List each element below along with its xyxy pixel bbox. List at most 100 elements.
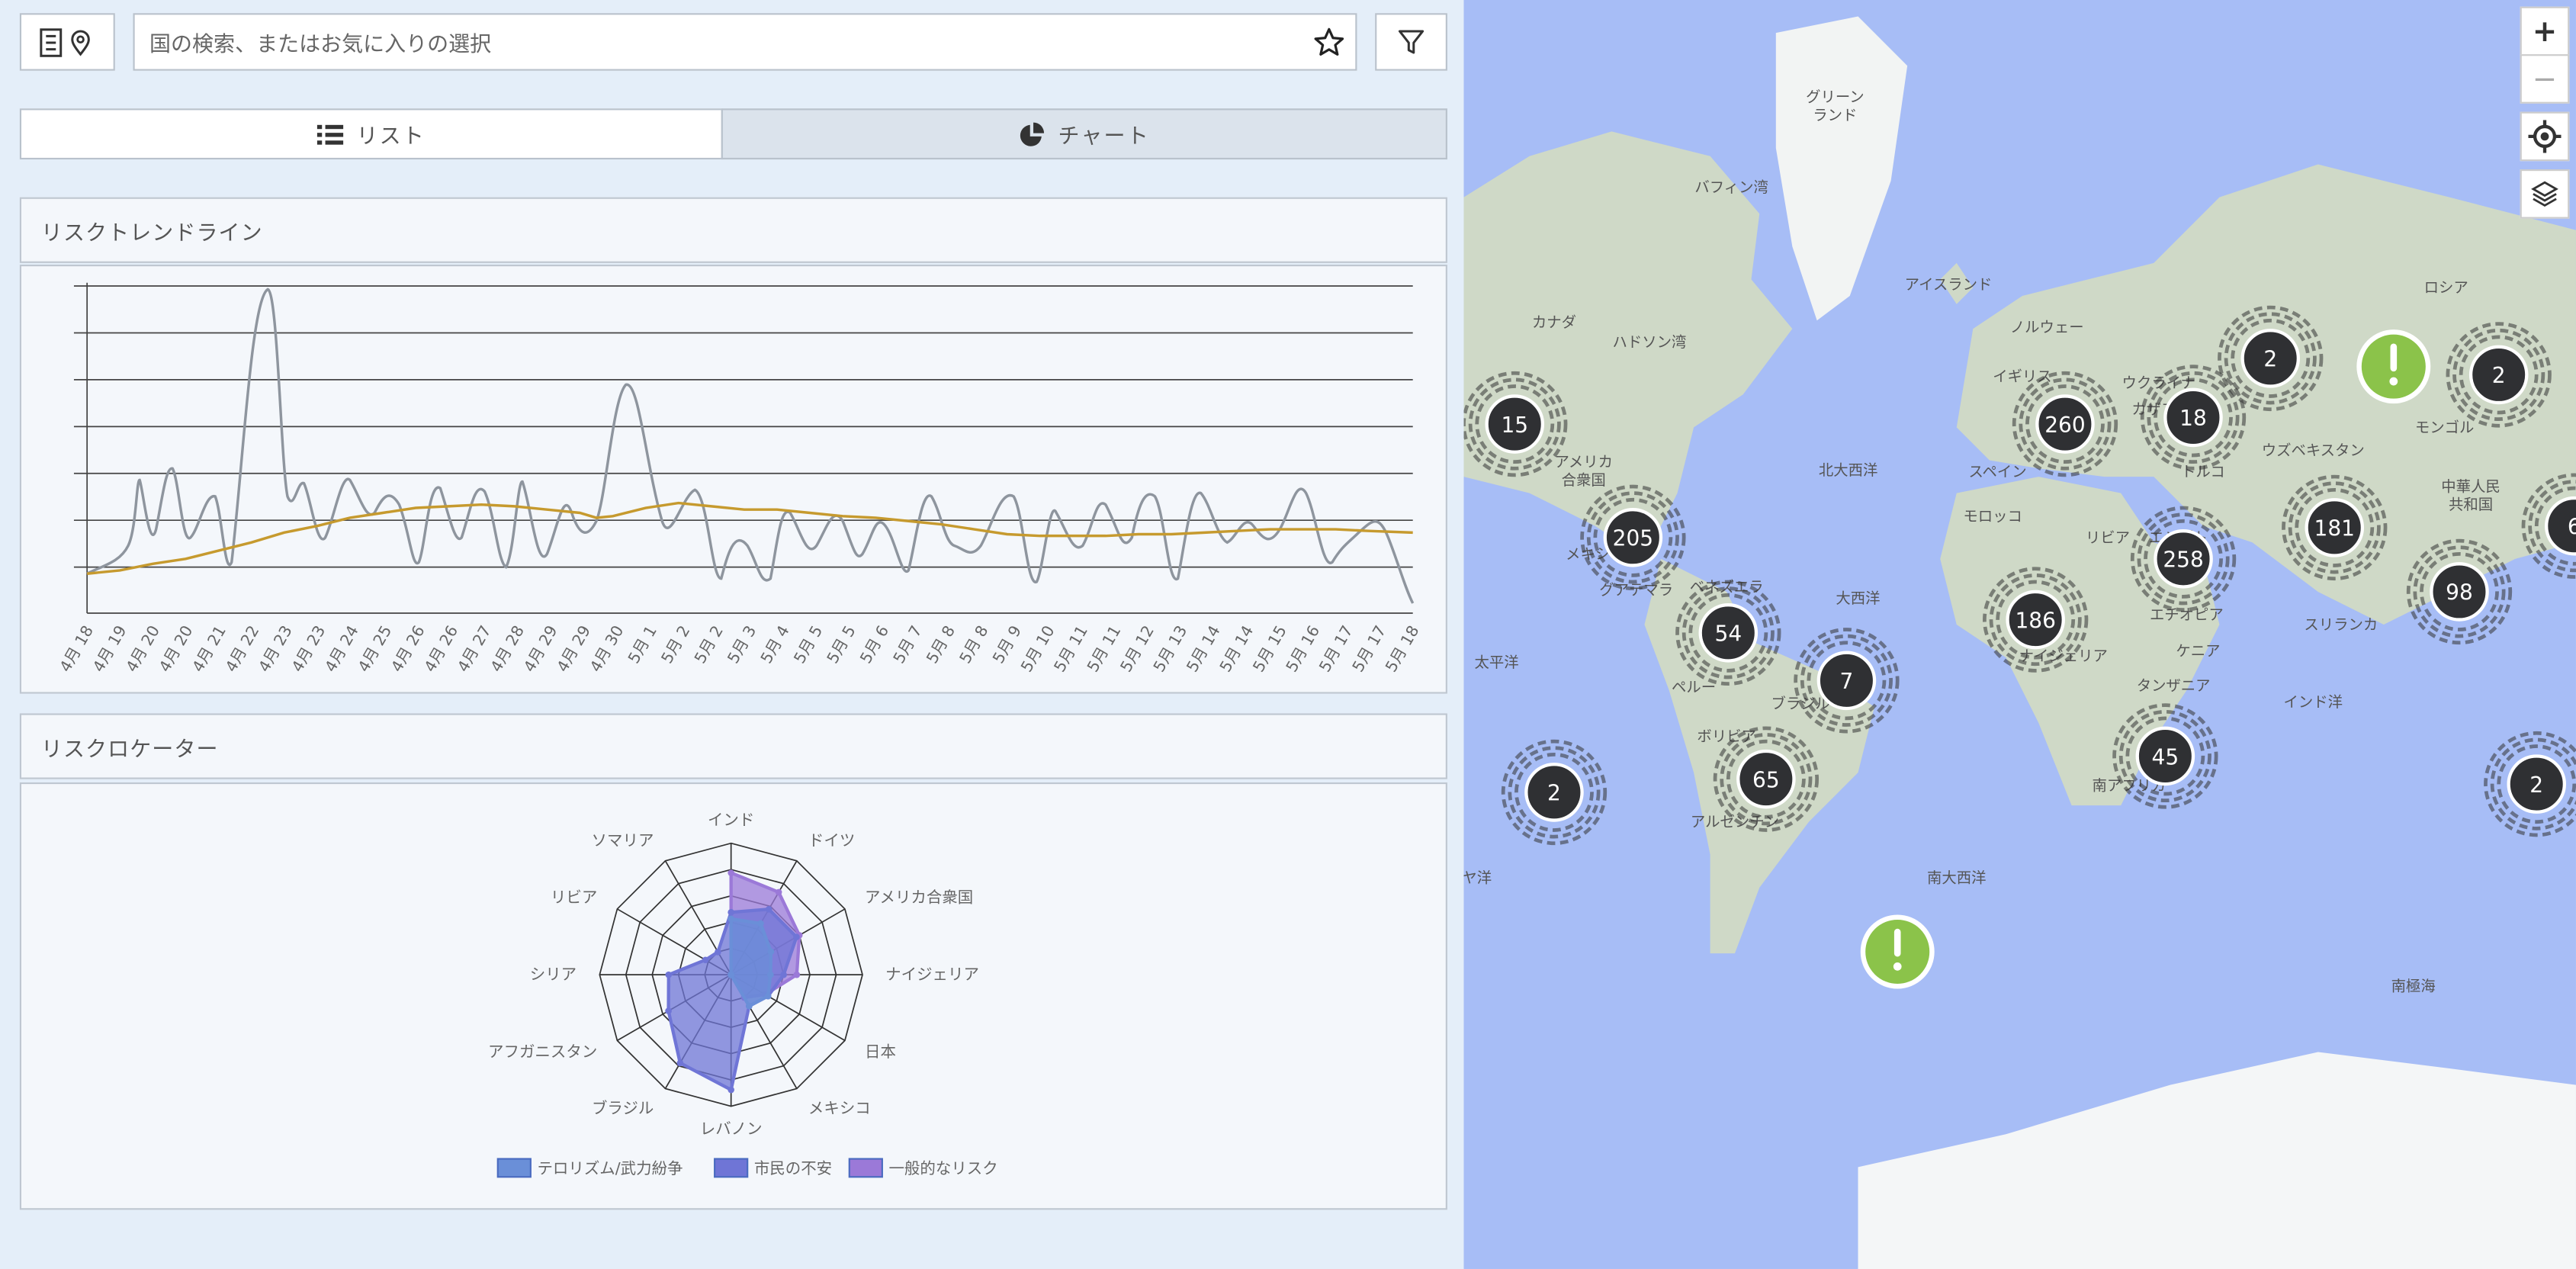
radar-axis-label: ブラジル <box>592 1099 654 1117</box>
cluster-count: 18 <box>2179 406 2207 431</box>
cluster-count: 2 <box>1547 781 1561 806</box>
map-place-label: カナダ <box>1532 313 1576 331</box>
search-input[interactable]: 国の検索、またはお気に入りの選択 <box>133 13 1357 71</box>
map-place-label: スペイン <box>1969 463 2027 480</box>
zoom-in-button[interactable]: + <box>2520 6 2570 56</box>
cluster-count: 2 <box>2263 347 2277 372</box>
radar-point <box>728 915 734 923</box>
cluster-count: 186 <box>2015 608 2055 633</box>
radar-axis-label: シリア <box>530 965 577 984</box>
x-tick-label: 5月 2 <box>691 622 727 667</box>
legend-swatch <box>714 1158 749 1178</box>
radar-point <box>780 971 787 978</box>
radar-point <box>728 971 734 978</box>
radar-axis-label: リビア <box>551 888 597 906</box>
cluster-count: 6 <box>2568 514 2576 539</box>
panel-toggle-button[interactable] <box>19 13 115 71</box>
map-place-label: ウクライナ <box>2122 374 2195 392</box>
radar-axis-label: ドイツ <box>808 831 855 850</box>
locate-button[interactable] <box>2520 111 2570 162</box>
map-place-label: ロシア <box>2424 279 2468 297</box>
world-map[interactable]: グリーン ランド バフィン湾 アイスランド ロシア カナダ ハドソン湾 ノルウェー イギリス ウク… <box>1463 0 2576 1269</box>
map-place-label: ランド <box>1813 106 1857 124</box>
radar-point <box>665 1007 672 1014</box>
radar-chart: インドドイツアメリカ合衆国ナイジェリア日本メキシコレバノン ブラジル アフガニスタン… <box>488 811 998 1178</box>
tab-chart-label: チャート <box>1058 124 1150 150</box>
map-place-label: グアテマラ <box>1599 581 1673 599</box>
risk-cluster-marker[interactable]: 2 <box>1501 739 1608 846</box>
radar-axis-label: アメリカ合衆国 <box>865 888 973 906</box>
map-place-label: 中華人民 <box>2441 477 2500 495</box>
cluster-count: 181 <box>2314 516 2355 541</box>
legend-label[interactable]: テロリズム/武力紛争 <box>537 1159 683 1177</box>
layers-icon <box>2531 181 2558 207</box>
cluster-count: 7 <box>1840 669 1854 694</box>
star-icon[interactable] <box>1312 26 1345 59</box>
map-place-label: 南大西洋 <box>1927 869 1986 886</box>
locator-title: リスクロケーター <box>40 737 219 763</box>
volatile-risk-line <box>86 288 1415 604</box>
trend-card-body: 4月 18 4月 19 4月 20 4月 20 4月 21 4月 22 4月 23 4月 23… <box>19 265 1447 694</box>
layers-button[interactable] <box>2520 169 2570 219</box>
map-place-label: 南極海 <box>2391 978 2436 995</box>
radar-point <box>665 971 673 978</box>
map-place-label: ノルウェー <box>2010 318 2084 336</box>
radar-axis-label: メキシコ <box>808 1099 871 1117</box>
map-place-label: 太平洋 <box>1475 654 1519 671</box>
map-place-label: 大西洋 <box>1836 590 1880 607</box>
legend-label[interactable]: 一般的なリスク <box>888 1159 997 1177</box>
radar-point <box>775 888 782 896</box>
map-place-label: エチオピア <box>2150 606 2224 624</box>
map-place-label: タンザニア <box>2137 676 2211 694</box>
radar-point <box>767 971 774 978</box>
x-tick-label: 5月 5 <box>823 622 859 667</box>
cluster-count: 54 <box>1715 622 1742 647</box>
side-panel: 国の検索、またはお気に入りの選択 リスト チャート リスクトレンドライン 4月 … <box>0 0 1464 1269</box>
trend-chart: 4月 184月 194月 204月 204月 214月 224月 234月 23… <box>56 282 1423 675</box>
x-tick-label: 5月 3 <box>724 622 760 667</box>
map-place-label: 北大西洋 <box>1819 461 1877 479</box>
alert-marker-1[interactable] <box>2356 329 2431 404</box>
x-tick-label: 5月 8 <box>956 622 991 667</box>
map-place-label: ウズベキスタン <box>2262 442 2365 459</box>
map-place-label: ヤ洋 <box>1463 869 1492 886</box>
average-risk-line <box>87 501 1413 575</box>
cluster-count: 98 <box>2446 580 2473 606</box>
x-tick-label: 5月 1 <box>625 622 660 667</box>
radar-axis-label: 日本 <box>865 1043 896 1061</box>
greenland-shape <box>1775 16 1908 321</box>
radar-point <box>757 920 764 927</box>
map-place-label: スリランカ <box>2304 616 2378 634</box>
cluster-count: 2 <box>2529 773 2543 798</box>
radar-point <box>728 869 734 876</box>
radar-point <box>715 948 721 956</box>
alert-marker-2[interactable] <box>1860 914 1935 989</box>
tab-list[interactable]: リスト <box>19 108 723 160</box>
radar-axis-label: ナイジェリア <box>885 965 979 984</box>
x-tick-label: 5月 8 <box>923 622 959 667</box>
list-map-icon <box>40 27 90 56</box>
x-tick-label: 5月 4 <box>757 622 793 667</box>
filter-button[interactable] <box>1375 13 1447 71</box>
cluster-count: 2 <box>2492 363 2506 388</box>
cluster-count: 65 <box>1752 767 1780 792</box>
legend-label[interactable]: 市民の不安 <box>754 1159 832 1177</box>
map-place-label: インド洋 <box>2284 693 2343 711</box>
map-place-label: リビア <box>2086 528 2130 546</box>
zoom-in-label: + <box>2532 14 2558 49</box>
radar-point <box>676 1059 684 1067</box>
radar-point <box>746 1002 753 1010</box>
zoom-out-button[interactable]: − <box>2520 54 2570 104</box>
cluster-count: 260 <box>2044 413 2085 438</box>
cluster-count: 15 <box>1501 413 1528 438</box>
list-icon <box>316 124 344 144</box>
radar-point <box>728 908 734 916</box>
map-place-label: ケニア <box>2176 642 2220 660</box>
map-canvas[interactable]: グリーンランドバフィン湾アイスランド ロシアカナダハドソン湾ノルウェーイギリス ウク… <box>1463 0 2576 1269</box>
risk-cluster-marker[interactable]: 2 <box>2484 731 2576 837</box>
radar-axis-label: ソマリア <box>592 831 654 850</box>
filter-icon <box>1398 29 1425 53</box>
map-place-label: アイスランド <box>1905 275 1993 293</box>
tab-chart[interactable]: チャート <box>721 108 1447 160</box>
x-tick-label: 5月 2 <box>657 622 693 667</box>
